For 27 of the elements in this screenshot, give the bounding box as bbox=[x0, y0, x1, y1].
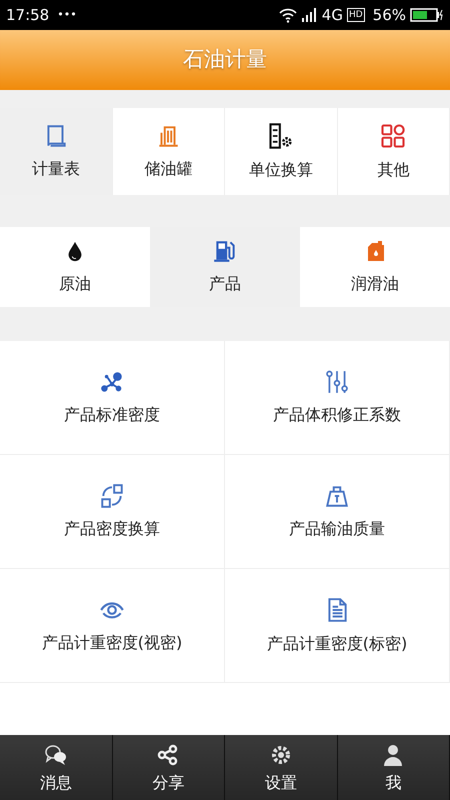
category-tab[interactable]: 计量表 bbox=[0, 108, 112, 195]
sliders-icon bbox=[324, 368, 350, 394]
convert-icon bbox=[99, 482, 125, 508]
network-type: 4G bbox=[322, 4, 343, 26]
category-tab[interactable]: 储油罐 bbox=[112, 108, 225, 195]
nav-tab[interactable]: 设置 bbox=[225, 735, 338, 800]
signal-icon bbox=[302, 8, 318, 22]
grid-icon bbox=[379, 122, 408, 150]
function-item[interactable]: 产品标准密度 bbox=[0, 341, 225, 455]
nav-tab[interactable]: 我 bbox=[338, 735, 450, 800]
function-item[interactable]: 产品密度换算 bbox=[0, 455, 225, 569]
chat-icon bbox=[44, 743, 68, 767]
oil-type-tab[interactable]: 产品 bbox=[150, 227, 300, 307]
category-tab[interactable]: 其他 bbox=[338, 108, 450, 195]
notification-dots: ••• bbox=[57, 6, 77, 23]
battery-icon bbox=[410, 8, 444, 22]
function-item[interactable]: 产品计重密度(视密) bbox=[0, 569, 225, 683]
status-time: 17:58 bbox=[6, 4, 50, 26]
battery-percent: 56% bbox=[372, 4, 406, 26]
function-item[interactable]: 产品计重密度(标密) bbox=[225, 569, 450, 683]
hd-indicator: HD bbox=[346, 8, 365, 22]
nav-tab[interactable]: 分享 bbox=[112, 735, 225, 800]
app-title: 石油计量 bbox=[183, 46, 267, 74]
nav-tab[interactable]: 消息 bbox=[0, 735, 112, 800]
wifi-icon bbox=[278, 7, 298, 23]
function-item[interactable]: 产品输油质量 bbox=[225, 455, 450, 569]
function-item[interactable]: 产品体积修正系数 bbox=[225, 341, 450, 455]
